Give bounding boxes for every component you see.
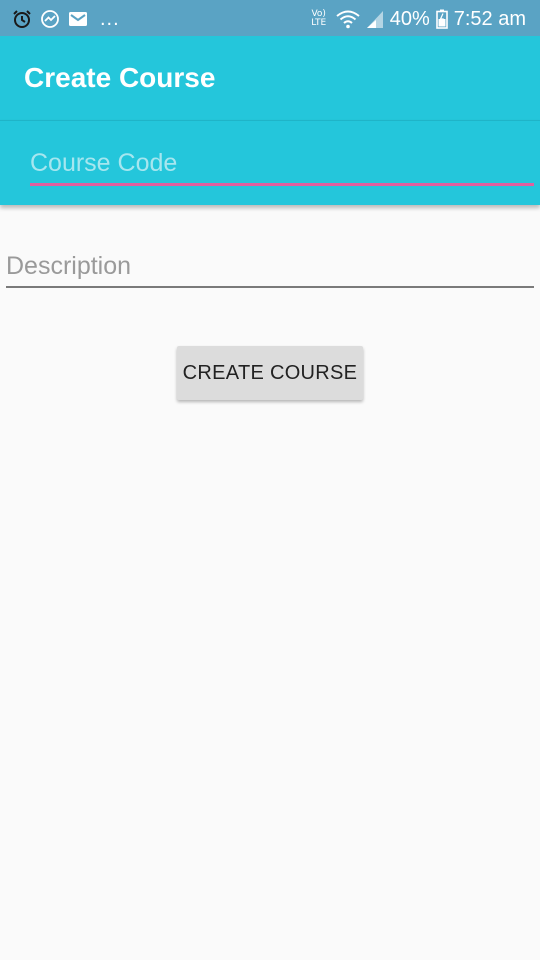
gmail-icon [68,10,88,28]
battery-percent: 40% [389,8,430,30]
volte-label: Vo) LTE [311,9,327,28]
description-input[interactable] [6,246,534,288]
battery-icon [435,9,448,29]
messenger-icon [40,9,60,29]
create-course-button[interactable]: CREATE COURSE [177,346,363,400]
clock: 7:52 am [453,8,526,30]
alarm-icon [12,9,32,29]
course-code-input[interactable] [30,143,534,186]
notification-icons: ... [12,8,120,30]
signal-icon [366,9,384,29]
course-code-panel [0,120,540,205]
wifi-icon [336,9,360,29]
page-title: Create Course [24,62,216,93]
volte-lte-indicator: Vo) LTE [308,10,330,28]
system-indicators: Vo) LTE 40% 7:52 am [308,6,526,32]
status-bar: ... Vo) LTE 40% 7:52 am [0,0,540,36]
app-bar: Create Course [0,36,540,120]
more-notifications-indicator: ... [100,8,120,30]
